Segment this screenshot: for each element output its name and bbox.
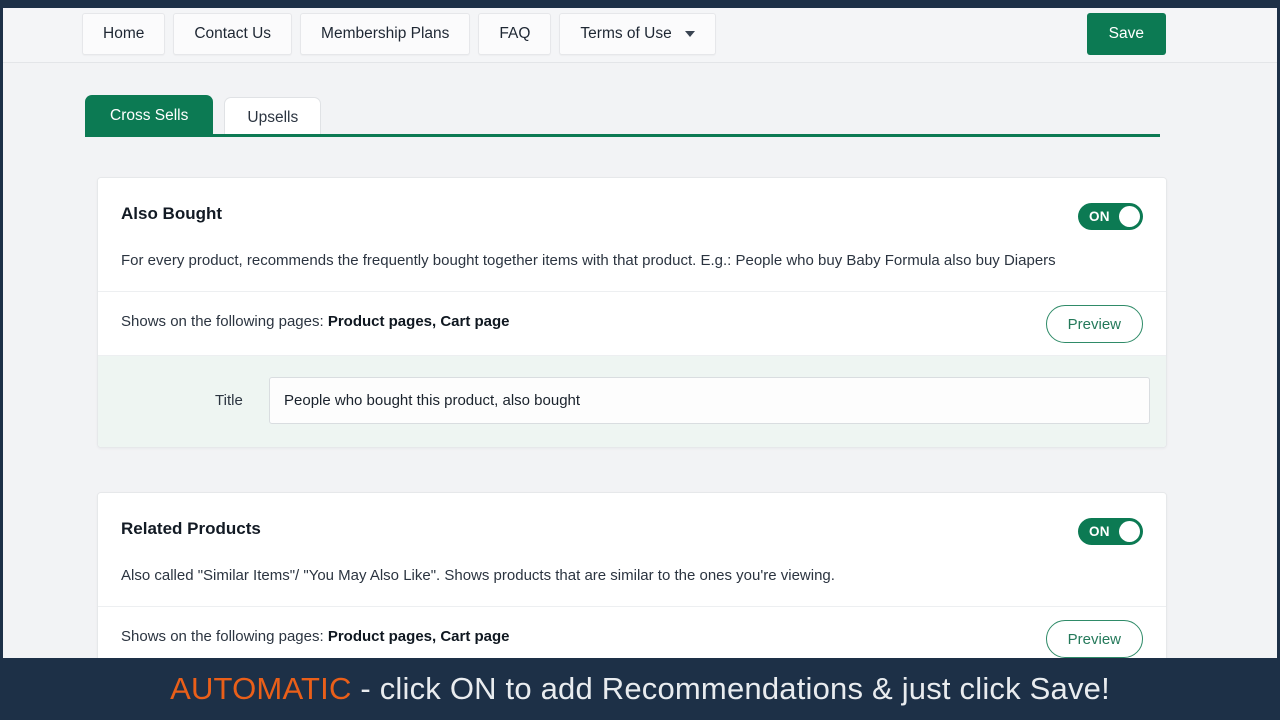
- caption-highlight: AUTOMATIC: [170, 671, 352, 706]
- card-header: Also Bought For every product, recommend…: [98, 178, 1166, 292]
- top-navigation-bar: Home Contact Us Membership Plans FAQ Ter…: [3, 8, 1277, 63]
- save-button-label: Save: [1108, 25, 1144, 42]
- title-input-also-bought[interactable]: [269, 377, 1150, 424]
- card-description: For every product, recommends the freque…: [121, 252, 1056, 269]
- tab-upsells[interactable]: Upsells: [224, 97, 322, 137]
- enable-toggle-related-products[interactable]: ON: [1078, 518, 1143, 545]
- nav-item-label: Home: [103, 25, 145, 42]
- tab-list: Cross Sells Upsells: [85, 90, 322, 137]
- nav-item-home[interactable]: Home: [82, 13, 166, 55]
- shows-on-pages-prefix: Shows on the following pages:: [121, 313, 328, 330]
- title-field-row: Title: [98, 356, 1166, 447]
- shows-on-pages-row: Shows on the following pages: Product pa…: [98, 607, 1166, 658]
- preview-button-also-bought[interactable]: Preview: [1045, 305, 1143, 343]
- nav-item-faq[interactable]: FAQ: [478, 13, 552, 55]
- nav-item-label: Terms of Use: [580, 25, 672, 42]
- nav-button-group: Home Contact Us Membership Plans FAQ Ter…: [82, 13, 716, 55]
- shows-on-pages-prefix: Shows on the following pages:: [121, 628, 328, 645]
- shows-on-pages-text: Shows on the following pages: Product pa…: [121, 313, 510, 330]
- browser-page: Home Contact Us Membership Plans FAQ Ter…: [3, 8, 1277, 658]
- nav-item-label: Contact Us: [194, 25, 272, 42]
- toggle-state-label: ON: [1089, 209, 1110, 224]
- preview-button-related-products[interactable]: Preview: [1045, 620, 1143, 658]
- tab-label: Cross Sells: [110, 107, 189, 124]
- card-title: Also Bought: [121, 204, 223, 223]
- recommendation-card-also-bought: Also Bought For every product, recommend…: [97, 177, 1167, 448]
- preview-button-label: Preview: [1067, 315, 1121, 333]
- toggle-knob: [1119, 206, 1140, 227]
- nav-item-terms-of-use[interactable]: Terms of Use: [559, 13, 716, 55]
- caption-banner: AUTOMATIC - click ON to add Recommendati…: [0, 658, 1280, 720]
- title-field-label: Title: [215, 392, 243, 409]
- card-header: Related Products Also called "Similar It…: [98, 493, 1166, 607]
- caption-rest: - click ON to add Recommendations & just…: [351, 671, 1110, 706]
- tab-underline: [88, 134, 1160, 137]
- nav-item-membership-plans[interactable]: Membership Plans: [300, 13, 471, 55]
- toggle-state-label: ON: [1089, 524, 1110, 539]
- caption-text: AUTOMATIC - click ON to add Recommendati…: [170, 671, 1110, 707]
- toggle-knob: [1119, 521, 1140, 542]
- shows-on-pages-text: Shows on the following pages: Product pa…: [121, 628, 510, 645]
- card-title: Related Products: [121, 519, 261, 538]
- recommendation-card-related-products: Related Products Also called "Similar It…: [97, 492, 1167, 658]
- shows-on-pages-row: Shows on the following pages: Product pa…: [98, 292, 1166, 356]
- tab-cross-sells[interactable]: Cross Sells: [85, 95, 214, 137]
- nav-item-contact-us[interactable]: Contact Us: [173, 13, 293, 55]
- tab-strip: Cross Sells Upsells: [3, 90, 1277, 150]
- preview-button-label: Preview: [1067, 630, 1121, 648]
- nav-item-label: Membership Plans: [321, 25, 450, 42]
- save-button[interactable]: Save: [1086, 13, 1166, 55]
- chevron-down-icon: [684, 31, 695, 37]
- shows-on-pages-value: Product pages, Cart page: [327, 313, 510, 330]
- screen: Home Contact Us Membership Plans FAQ Ter…: [0, 0, 1280, 720]
- shows-on-pages-value: Product pages, Cart page: [327, 628, 510, 645]
- card-description: Also called "Similar Items"/ "You May Al…: [121, 567, 835, 584]
- enable-toggle-also-bought[interactable]: ON: [1078, 203, 1143, 230]
- tab-label: Upsells: [247, 108, 299, 126]
- nav-item-label: FAQ: [499, 25, 531, 42]
